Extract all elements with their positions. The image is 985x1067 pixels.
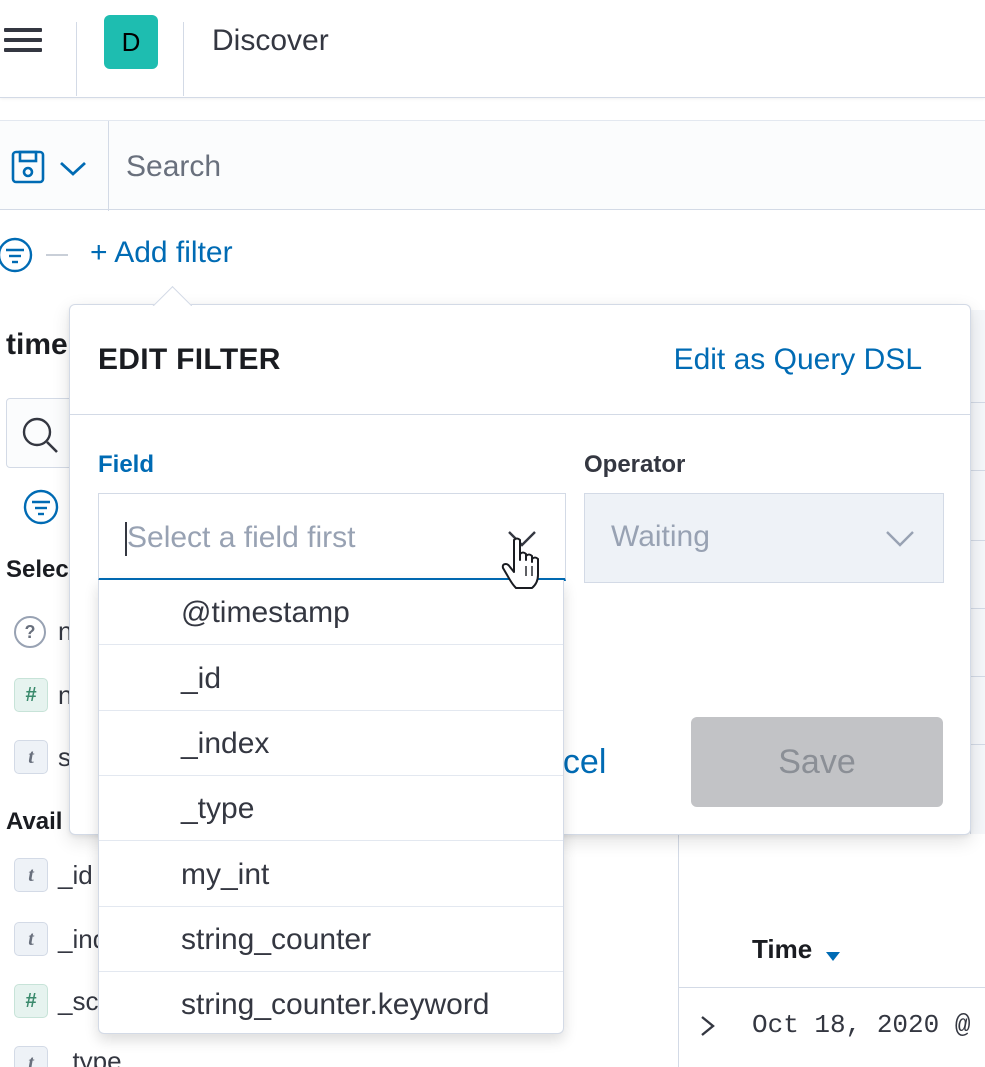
field-option[interactable]: _type: [99, 776, 563, 841]
selected-fields-heading: Selec: [6, 556, 69, 583]
unknown-type-icon: ?: [14, 616, 46, 648]
header-divider: [76, 22, 77, 96]
save-button: Save: [691, 717, 943, 807]
field-options-list: @timestamp _id _index _type my_int strin…: [98, 580, 564, 1034]
index-pattern-title[interactable]: time: [6, 328, 68, 362]
field-name[interactable]: _type: [58, 1046, 122, 1067]
panel-gridline: [970, 470, 985, 471]
chevron-right-icon[interactable]: [698, 1014, 718, 1038]
field-name[interactable]: _id: [58, 860, 93, 891]
filter-icon[interactable]: [22, 488, 60, 526]
operator-label: Operator: [584, 451, 686, 478]
chevron-down-icon[interactable]: [58, 153, 88, 183]
operator-value: Waiting: [611, 520, 710, 553]
string-type-icon: t: [14, 740, 48, 774]
popover-title: EDIT FILTER: [98, 343, 281, 376]
header-divider: [183, 22, 184, 96]
field-name[interactable]: _sc: [58, 986, 98, 1017]
table-header-divider: [678, 987, 985, 988]
available-fields-heading: Avail: [6, 808, 63, 835]
panel-gridline: [970, 744, 985, 745]
time-column-header[interactable]: Time: [752, 934, 812, 965]
menu-icon[interactable]: [4, 28, 42, 56]
field-option-label: _id: [181, 662, 222, 695]
field-label: Field: [98, 451, 155, 478]
field-option-label: @timestamp: [181, 596, 350, 629]
field-option[interactable]: _index: [99, 711, 563, 776]
table-cell-time: Oct 18, 2020 @: [752, 1010, 971, 1040]
operator-select: Waiting: [584, 493, 944, 583]
field-option-label: _index: [181, 727, 270, 760]
query-bar: [0, 120, 985, 211]
string-type-icon: t: [14, 1046, 48, 1067]
field-option[interactable]: _id: [99, 646, 563, 711]
field-option[interactable]: @timestamp: [99, 580, 563, 645]
string-type-icon: t: [14, 858, 48, 892]
search-input[interactable]: [126, 147, 926, 187]
number-type-icon: #: [14, 984, 48, 1018]
popover-divider: [70, 414, 970, 415]
field-option-label: string_counter.keyword: [181, 988, 490, 1021]
field-option-label: _type: [181, 792, 255, 825]
panel-gridline: [970, 676, 985, 677]
top-header: D Discover: [0, 0, 985, 98]
popover-arrow: [152, 282, 192, 306]
search-divider: [108, 121, 109, 211]
search-icon: [22, 417, 58, 453]
space-avatar[interactable]: D: [104, 15, 158, 69]
number-type-icon: #: [14, 678, 48, 712]
field-option-label: string_counter: [181, 923, 372, 956]
field-input[interactable]: [125, 516, 485, 560]
panel-gridline: [970, 608, 985, 609]
field-option[interactable]: my_int: [99, 842, 563, 907]
panel-gridline: [970, 402, 985, 403]
text-caret: [125, 522, 127, 556]
space-avatar-letter: D: [121, 26, 141, 57]
edit-as-query-dsl-link[interactable]: Edit as Query DSL: [674, 343, 922, 377]
page-title: Discover: [212, 24, 329, 57]
sort-descending-icon[interactable]: [826, 952, 840, 961]
panel-gridline: [970, 540, 985, 541]
histogram-panel-edge: [970, 310, 985, 834]
hand-pointer-icon: [501, 537, 539, 589]
field-option-label: my_int: [181, 858, 270, 891]
save-query-icon[interactable]: [10, 149, 46, 185]
filter-icon[interactable]: [0, 236, 34, 274]
field-option[interactable]: string_counter.keyword: [99, 972, 563, 1033]
add-filter-link[interactable]: + Add filter: [90, 236, 233, 270]
filter-separator: [46, 254, 68, 256]
field-option[interactable]: string_counter: [99, 907, 563, 972]
chevron-down-icon: [886, 531, 914, 547]
field-combobox[interactable]: [98, 493, 566, 581]
string-type-icon: t: [14, 922, 48, 956]
